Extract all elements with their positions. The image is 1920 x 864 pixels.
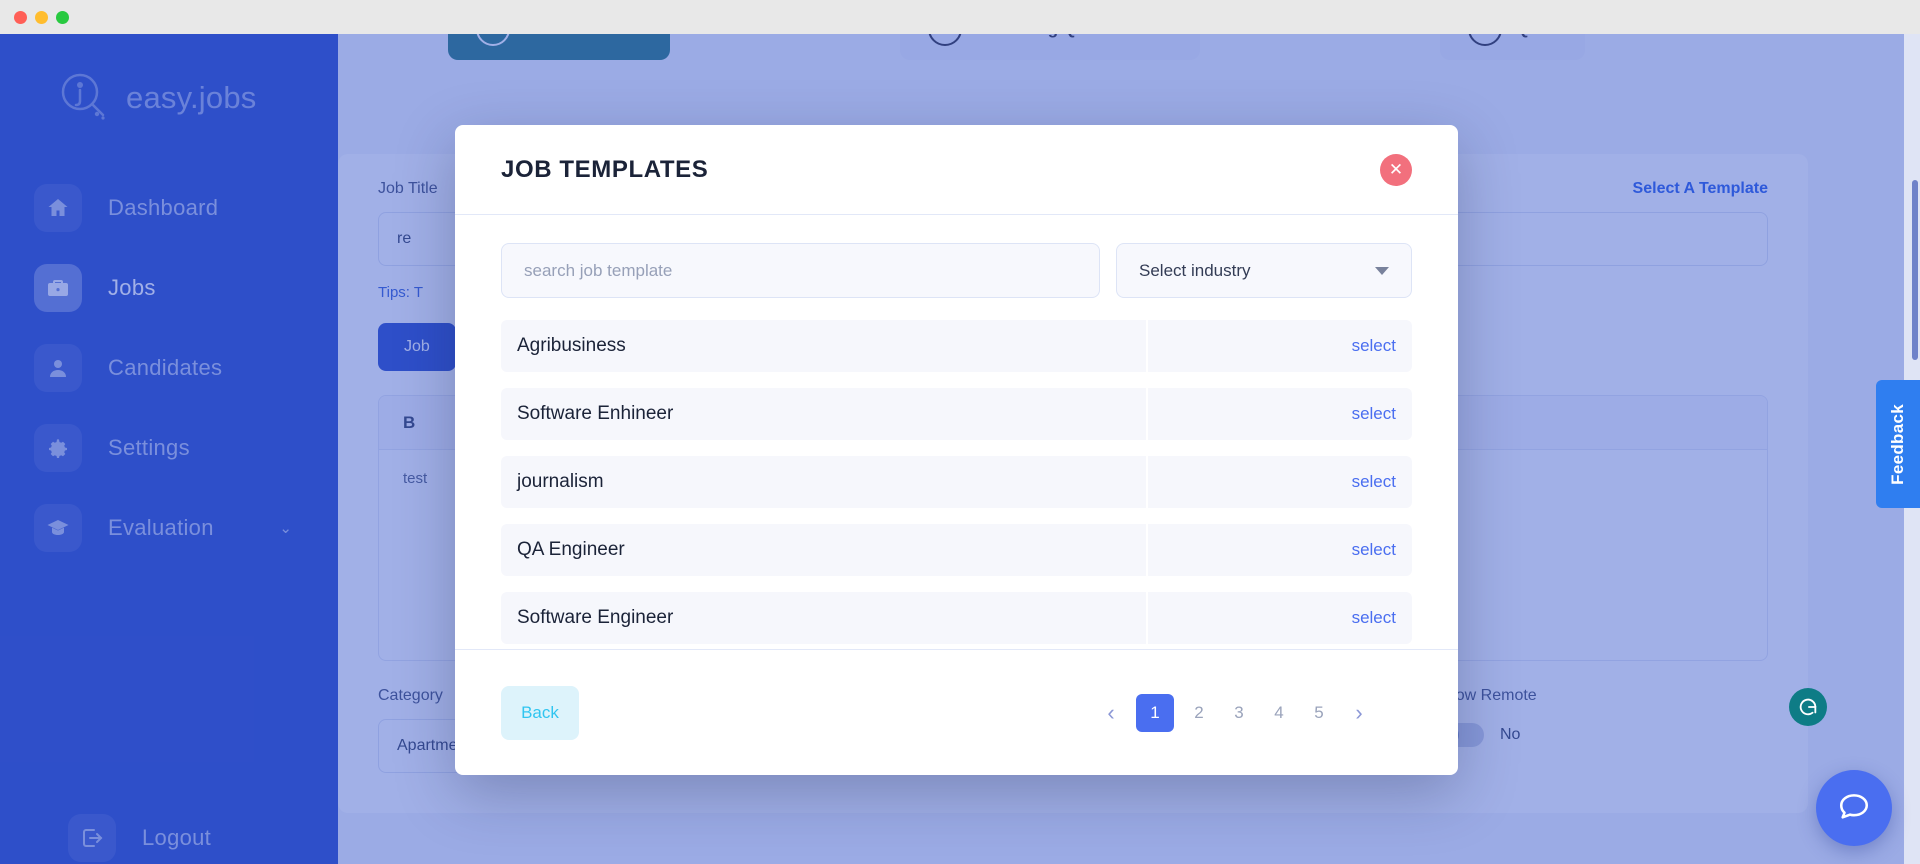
template-select-cell: select: [1146, 592, 1412, 644]
pagination-page-1[interactable]: 1: [1136, 693, 1174, 732]
select-template-link[interactable]: select: [1352, 608, 1396, 628]
table-row[interactable]: journalism select: [501, 456, 1412, 508]
modal-header: JOB TEMPLATES ✕: [455, 125, 1458, 215]
close-window-button[interactable]: [14, 11, 27, 24]
close-icon[interactable]: ✕: [1380, 153, 1412, 186]
table-row[interactable]: Agribusiness select: [501, 320, 1412, 372]
filters-row: search job template Select industry: [501, 243, 1412, 298]
job-templates-modal: JOB TEMPLATES ✕ search job template Sele…: [455, 125, 1458, 775]
pagination-page-3[interactable]: 3: [1224, 694, 1254, 732]
select-template-link[interactable]: select: [1352, 472, 1396, 492]
job-template-list: Agribusiness select Software Enhineer se…: [501, 320, 1412, 644]
table-row[interactable]: Software Enhineer select: [501, 388, 1412, 440]
template-select-cell: select: [1146, 456, 1412, 508]
app-window: 1 Information 2 Screening Questions 3 Qu…: [0, 0, 1920, 864]
back-button[interactable]: Back: [501, 685, 579, 740]
table-row[interactable]: Software Engineer select: [501, 592, 1412, 644]
template-select-cell: select: [1146, 524, 1412, 576]
industry-select[interactable]: Select industry: [1116, 243, 1412, 298]
modal-body: search job template Select industry Agri…: [455, 215, 1458, 649]
modal-title: JOB TEMPLATES: [501, 155, 709, 183]
template-name: Agribusiness: [517, 335, 626, 356]
help-chat-button[interactable]: [1816, 770, 1892, 846]
traffic-light-buttons: [14, 11, 69, 24]
pagination-page-5[interactable]: 5: [1304, 694, 1334, 732]
template-select-cell: select: [1146, 320, 1412, 372]
pagination: ‹ 1 2 3 4 5 ›: [1096, 693, 1374, 732]
industry-selected-value: Select industry: [1139, 260, 1251, 280]
zoom-window-button[interactable]: [56, 11, 69, 24]
template-name: Software Engineer: [517, 607, 674, 628]
template-name: QA Engineer: [517, 539, 625, 560]
feedback-label: Feedback: [1888, 403, 1907, 485]
chevron-down-icon: [1375, 266, 1389, 275]
chat-bubble-icon: [1837, 789, 1871, 828]
pagination-page-2[interactable]: 2: [1184, 694, 1214, 732]
table-row[interactable]: QA Engineer select: [501, 524, 1412, 576]
search-placeholder: search job template: [524, 260, 673, 280]
minimize-window-button[interactable]: [35, 11, 48, 24]
select-template-link[interactable]: select: [1352, 404, 1396, 424]
template-name: Software Enhineer: [517, 403, 674, 424]
feedback-tab[interactable]: Feedback: [1876, 380, 1920, 508]
template-select-cell: select: [1146, 388, 1412, 440]
window-titlebar: [0, 0, 1920, 34]
select-template-link[interactable]: select: [1352, 540, 1396, 560]
page-scrollbar-thumb[interactable]: [1912, 180, 1918, 360]
pagination-prev[interactable]: ‹: [1096, 694, 1126, 732]
grammarly-icon[interactable]: [1789, 688, 1827, 726]
pagination-page-4[interactable]: 4: [1264, 694, 1294, 732]
search-input[interactable]: search job template: [501, 243, 1100, 298]
select-template-link[interactable]: select: [1352, 336, 1396, 356]
pagination-next[interactable]: ›: [1344, 694, 1374, 732]
template-name: journalism: [517, 471, 604, 492]
modal-footer: Back ‹ 1 2 3 4 5 ›: [455, 649, 1458, 775]
